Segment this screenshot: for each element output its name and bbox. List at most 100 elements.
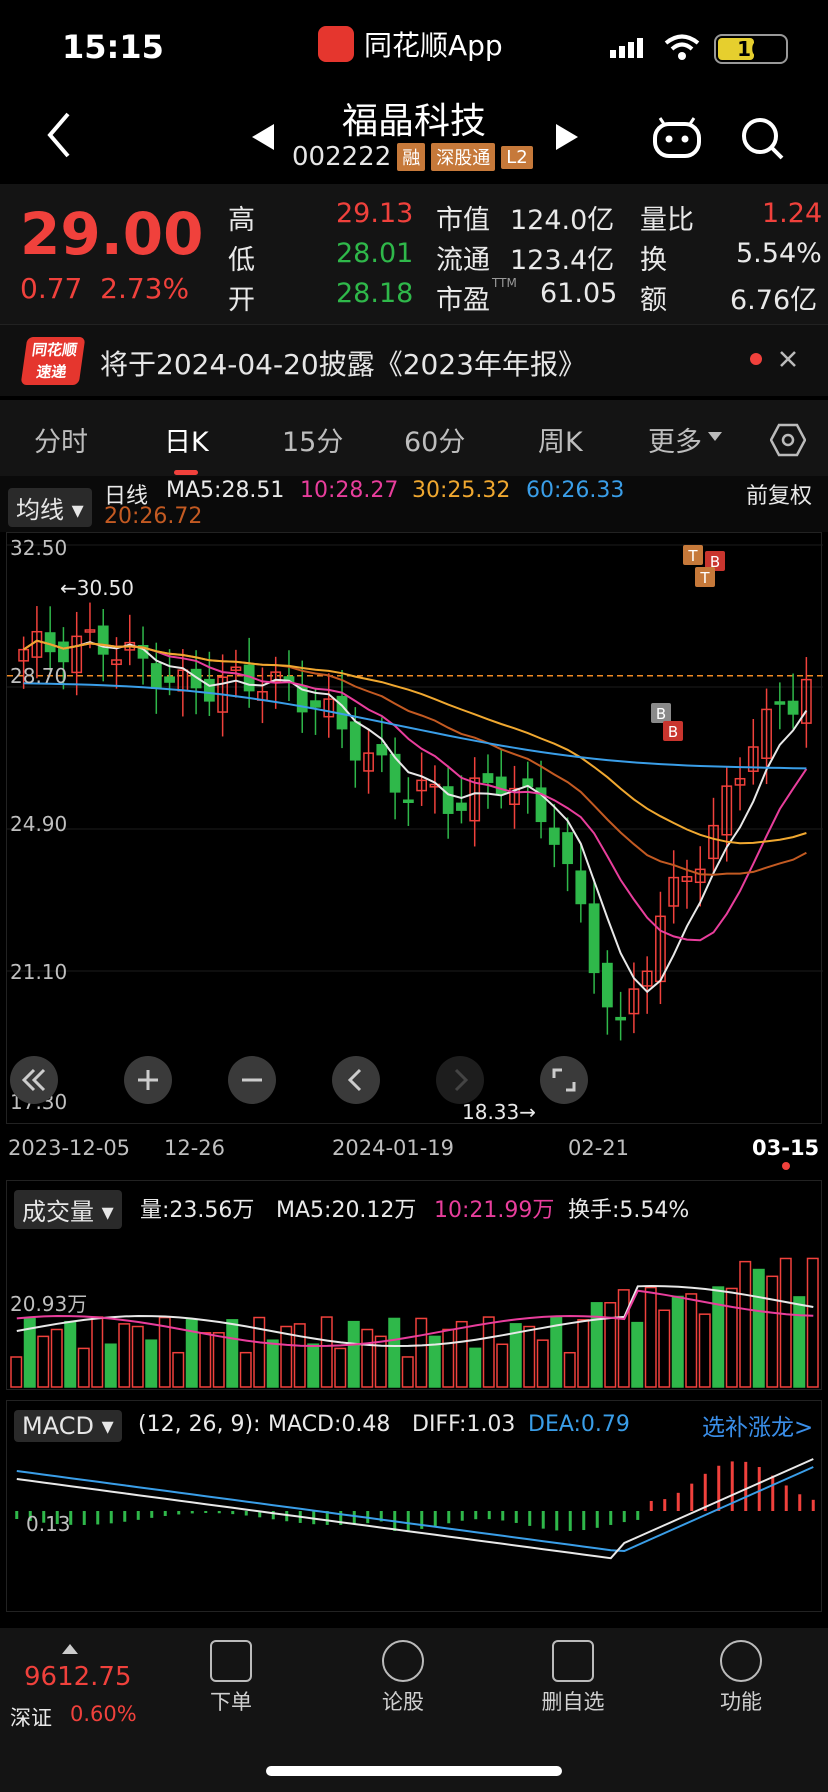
volume-bar bbox=[469, 1347, 482, 1388]
volume-bar bbox=[671, 1295, 684, 1388]
high-label: 高 bbox=[228, 205, 255, 236]
tag-margin: 融 bbox=[397, 143, 426, 171]
robot-assistant-icon[interactable] bbox=[652, 116, 702, 158]
nav-functions-label: 功能 bbox=[720, 1690, 762, 1714]
nav-remove-watch[interactable]: 删自选 bbox=[518, 1628, 628, 1716]
float-label: 流通 bbox=[436, 245, 490, 276]
volume-bar bbox=[536, 1339, 549, 1388]
ma-selector[interactable]: 均线 ▾ bbox=[8, 488, 92, 527]
tab-more[interactable]: 更多 bbox=[648, 420, 702, 459]
low-value: 28.01 bbox=[336, 238, 414, 269]
volume-selector-label: 成交量 bbox=[22, 1198, 94, 1226]
step-back-button[interactable] bbox=[332, 1056, 380, 1104]
app-name: 同花顺App bbox=[364, 29, 503, 62]
volume-bar bbox=[604, 1302, 617, 1388]
volume-bar bbox=[563, 1351, 576, 1388]
unread-dot bbox=[750, 353, 762, 365]
x-tick-3: 02-21 bbox=[568, 1136, 630, 1160]
macd-selector[interactable]: MACD ▾ bbox=[14, 1410, 122, 1442]
tab-60min[interactable]: 60分 bbox=[404, 420, 465, 459]
macd-y-tick: 0.13 bbox=[26, 1512, 71, 1536]
volume-bar bbox=[725, 1287, 738, 1388]
change-percent: 2.73% bbox=[100, 272, 190, 305]
volume-bar bbox=[401, 1356, 414, 1388]
close-icon[interactable] bbox=[778, 349, 798, 369]
nav-functions[interactable]: 功能 bbox=[686, 1628, 796, 1716]
settings-hexagon-icon[interactable] bbox=[770, 422, 806, 458]
pe-label: 市盈 bbox=[436, 285, 490, 316]
tab-intraday[interactable]: 分时 bbox=[34, 420, 88, 459]
mktcap-label: 市值 bbox=[436, 205, 490, 236]
stock-name: 福晶科技 bbox=[341, 101, 486, 142]
fullscreen-button[interactable] bbox=[540, 1056, 588, 1104]
volume-bar bbox=[280, 1325, 293, 1388]
volume-bar bbox=[590, 1302, 603, 1388]
index-value[interactable]: 9612.75 bbox=[24, 1662, 132, 1692]
minus-icon bbox=[242, 1078, 262, 1082]
volume-bar bbox=[145, 1339, 158, 1388]
up-triangle-icon bbox=[62, 1644, 78, 1654]
notice-text[interactable]: 将于2024-04-20披露《2023年年报》 bbox=[100, 343, 586, 383]
adjust-mode[interactable]: 前复权 bbox=[746, 478, 812, 510]
nav-order[interactable]: 下单 bbox=[176, 1628, 286, 1716]
volume-bar bbox=[131, 1325, 144, 1388]
menu-circle-icon bbox=[720, 1640, 762, 1682]
current-price: 29.00 bbox=[20, 200, 204, 268]
pe-value: 61.05 bbox=[540, 278, 618, 309]
svg-text:B: B bbox=[668, 723, 678, 741]
candle-body bbox=[58, 641, 69, 663]
candle-body bbox=[44, 632, 56, 653]
zoom-in-button[interactable] bbox=[124, 1056, 172, 1104]
volume-value: 量:23.56万 bbox=[140, 1198, 255, 1223]
volume-bar bbox=[334, 1347, 347, 1388]
step-forward-button[interactable] bbox=[436, 1056, 484, 1104]
chevron-left-icon bbox=[347, 1068, 362, 1092]
nav-order-label: 下单 bbox=[210, 1690, 252, 1714]
zoom-out-button[interactable] bbox=[228, 1056, 276, 1104]
next-stock-arrow-icon[interactable] bbox=[556, 124, 578, 150]
volume-bar bbox=[77, 1347, 90, 1388]
ma10-line bbox=[23, 639, 808, 942]
dea-value: DEA:0.79 bbox=[528, 1412, 630, 1437]
tab-weekly[interactable]: 周K bbox=[538, 420, 583, 459]
candle-body bbox=[164, 676, 175, 683]
ma30-line bbox=[23, 639, 807, 845]
mktcap-value: 124.0亿 bbox=[510, 205, 615, 236]
volume-bar bbox=[577, 1319, 590, 1388]
diff-line bbox=[16, 1458, 814, 1560]
turnover-value: 5.54% bbox=[736, 238, 822, 269]
volume-selector[interactable]: 成交量 ▾ bbox=[14, 1190, 122, 1229]
app-indicator: 同花顺App bbox=[318, 24, 503, 64]
notice-bar[interactable]: 同花顺 速递 将于2024-04-20披露《2023年年报》 bbox=[0, 324, 828, 396]
stock-code: 002222 bbox=[292, 142, 392, 172]
fast-back-button[interactable] bbox=[10, 1056, 58, 1104]
volume-bar bbox=[698, 1313, 711, 1388]
volume-bar bbox=[37, 1335, 50, 1388]
volratio-value: 1.24 bbox=[762, 198, 823, 229]
tab-15min[interactable]: 15分 bbox=[282, 420, 343, 459]
expand-icon bbox=[552, 1068, 576, 1092]
kline-svg: T BTBB bbox=[7, 544, 823, 1041]
change-value: 0.77 bbox=[20, 272, 83, 305]
signal-badge: T bbox=[683, 545, 703, 565]
signal-badge: T bbox=[695, 567, 715, 587]
candle-body bbox=[402, 799, 414, 803]
candle-body bbox=[787, 700, 799, 715]
macd-selector-label: MACD bbox=[22, 1412, 94, 1440]
stock-code-row: 002222 融 深股通 L2 bbox=[292, 142, 533, 172]
nav-discuss[interactable]: 论股 bbox=[348, 1628, 458, 1716]
chevron-right-icon bbox=[454, 1068, 469, 1092]
x-tick-0: 2023-12-05 bbox=[8, 1136, 131, 1160]
battery-level: 16 bbox=[737, 37, 765, 61]
x-tick-4: 03-15 bbox=[752, 1136, 820, 1160]
app-logo-icon bbox=[318, 26, 354, 62]
search-icon[interactable] bbox=[740, 116, 784, 160]
pick-link[interactable]: 选补涨龙> bbox=[702, 1408, 813, 1442]
volume-bar bbox=[793, 1296, 806, 1388]
volume-bar bbox=[212, 1332, 225, 1388]
signal-badge: B bbox=[651, 703, 671, 723]
kline-chart[interactable]: TBTBB bbox=[6, 532, 823, 1124]
candle-body bbox=[495, 776, 507, 795]
volume-bar bbox=[752, 1268, 765, 1388]
tab-daily[interactable]: 日K bbox=[164, 420, 209, 459]
